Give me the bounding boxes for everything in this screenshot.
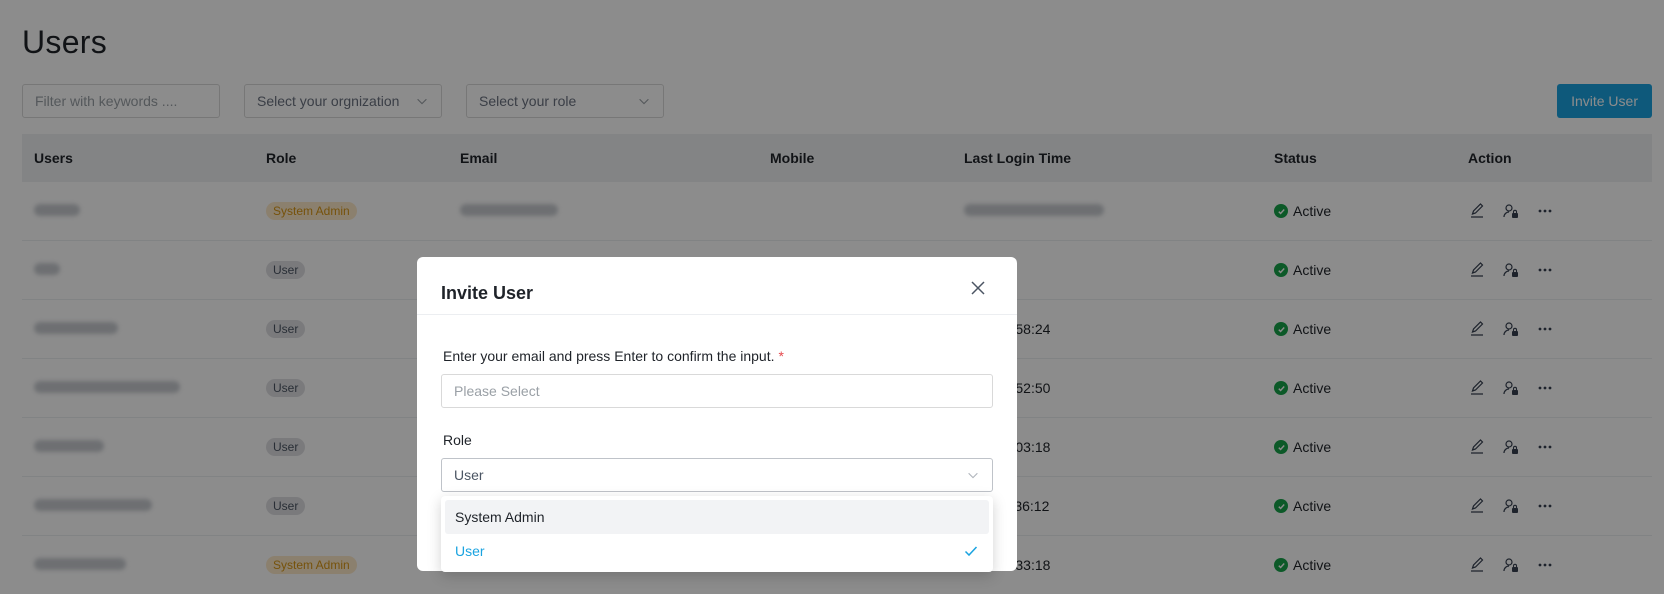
chevron-down-icon	[968, 472, 978, 479]
role-dropdown-menu: System Admin User	[441, 496, 993, 572]
role-option-user[interactable]: User	[445, 534, 989, 568]
role-select-value: User	[454, 467, 484, 483]
role-select[interactable]: User	[441, 458, 993, 492]
email-field[interactable]	[441, 374, 993, 408]
close-icon[interactable]	[969, 279, 987, 297]
check-icon	[964, 546, 978, 557]
dialog-header: Invite User	[417, 257, 1017, 315]
option-label: User	[455, 543, 485, 559]
email-label-text: Enter your email and press Enter to conf…	[443, 348, 775, 364]
option-label: System Admin	[455, 509, 545, 525]
email-field-label: Enter your email and press Enter to conf…	[443, 348, 784, 364]
required-mark: *	[778, 348, 784, 364]
dialog-title: Invite User	[441, 283, 534, 303]
role-option-system-admin[interactable]: System Admin	[445, 500, 989, 534]
role-field-label: Role	[443, 432, 472, 448]
